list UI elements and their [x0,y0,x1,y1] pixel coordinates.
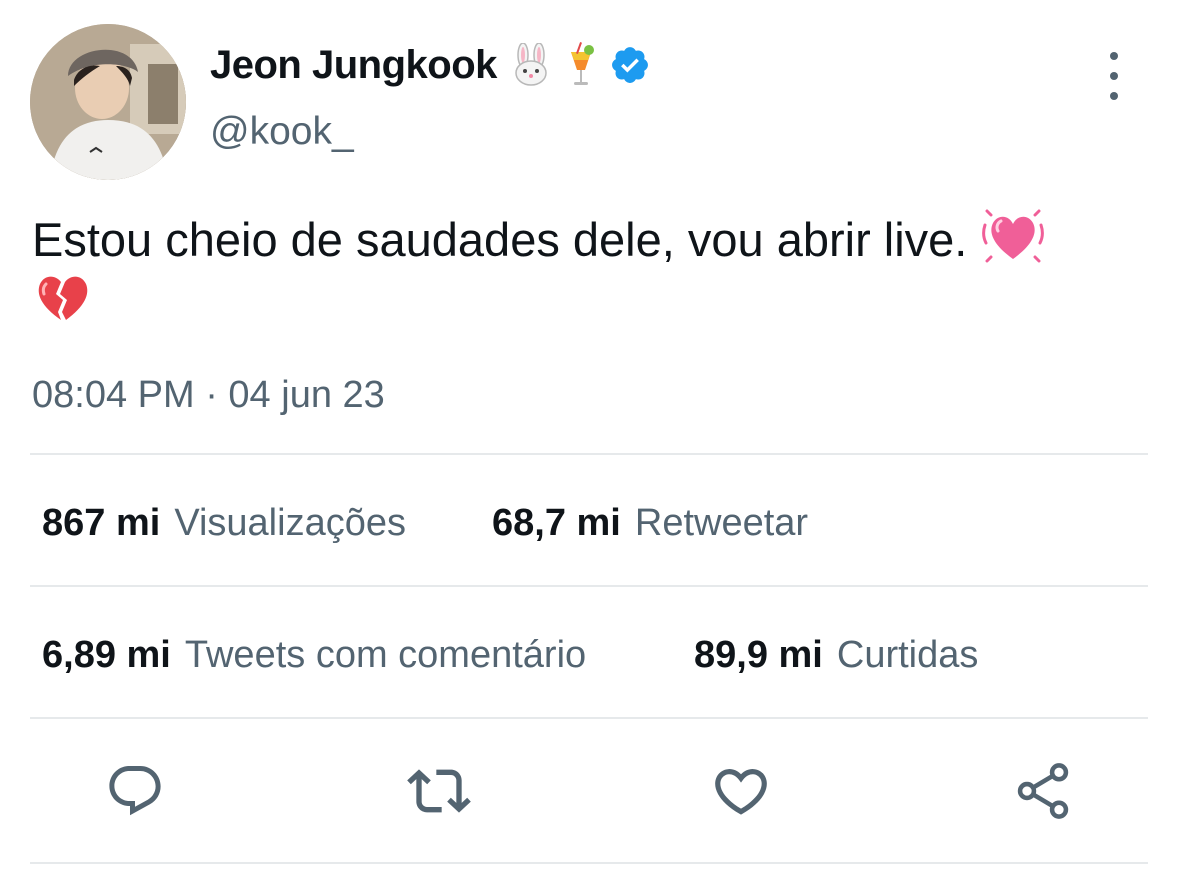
stat-retweets-value: 68,7 mi [492,502,621,544]
stat-views[interactable]: 867 mi Visualizações [42,502,406,545]
stat-views-value: 867 mi [42,502,161,544]
stat-quote-tweets-label: Tweets com comentário [184,634,587,676]
retweet-icon [407,769,471,813]
stat-views-label: Visualizações [174,502,406,544]
divider [30,717,1148,719]
verified-badge-icon [609,44,651,86]
avatar-photo [30,24,186,180]
reply-button[interactable] [102,758,168,824]
rabbit-face-icon [511,43,551,87]
beating-heart-icon [981,207,1045,280]
tweet-text: Estou cheio de saudades dele, vou abrir … [32,212,968,266]
stat-likes[interactable]: 89,9 mi Curtidas [694,634,978,677]
tweet-timestamp[interactable]: 08:04 PM · 04 jun 23 [32,374,385,417]
author-name-row[interactable]: Jeon Jungkook [210,42,651,88]
broken-heart-icon [32,270,94,331]
avatar[interactable] [30,24,186,180]
reply-icon [109,766,161,816]
share-icon [1017,763,1069,819]
tropical-drink-icon [565,42,597,88]
stat-retweets[interactable]: 68,7 mi Retweetar [492,502,808,545]
stat-likes-label: Curtidas [836,634,979,676]
stat-retweets-label: Retweetar [634,502,809,544]
tweet-text-block: Estou cheio de saudades dele, vou abrir … [32,207,1162,280]
author-display-name[interactable]: Jeon Jungkook [210,43,497,88]
like-button[interactable] [708,758,774,824]
divider [30,453,1148,455]
stat-quote-tweets-value: 6,89 mi [42,634,171,676]
stat-likes-value: 89,9 mi [694,634,823,676]
share-button[interactable] [1010,758,1076,824]
retweet-button[interactable] [406,758,472,824]
author-handle[interactable]: @kook_ [210,110,354,154]
divider [30,862,1148,864]
like-icon [715,769,767,815]
more-options-icon[interactable] [1094,52,1134,100]
divider [30,585,1148,587]
stat-quote-tweets[interactable]: 6,89 mi Tweets com comentário [42,634,586,677]
